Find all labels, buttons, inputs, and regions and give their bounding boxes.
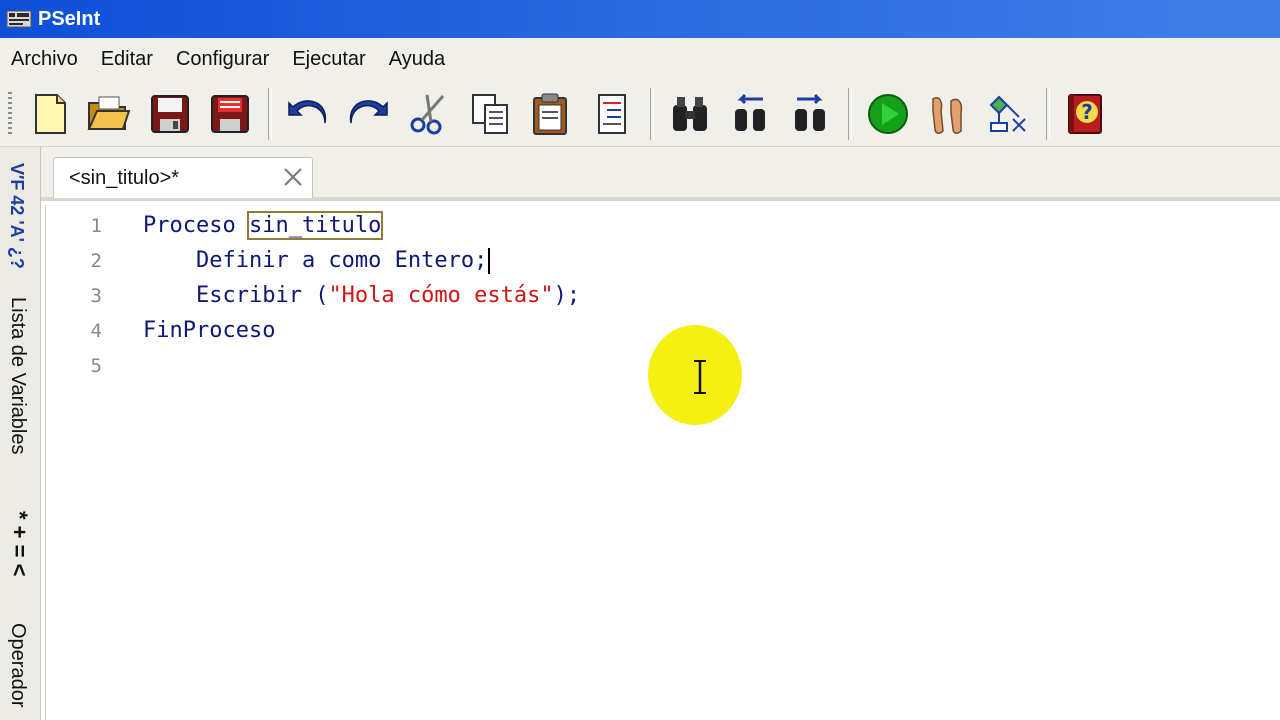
menu-editar[interactable]: Editar xyxy=(101,48,153,71)
menu-configurar[interactable]: Configurar xyxy=(176,48,269,71)
find-previous-button[interactable] xyxy=(724,88,776,140)
code-line[interactable]: 3 Escribir ("Hola cómo estás"); xyxy=(46,279,1246,313)
keyword: FinProceso xyxy=(143,318,276,343)
string-literal: "Hola cómo estás" xyxy=(328,283,554,308)
new-file-button[interactable] xyxy=(24,88,76,140)
pseint-logo-icon xyxy=(6,10,32,28)
statement-tail: ); xyxy=(553,283,581,308)
menu-ayuda[interactable]: Ayuda xyxy=(389,48,445,71)
line-number: 3 xyxy=(90,285,102,307)
variables-panel-tab[interactable]: Lista de Variables xyxy=(6,297,29,455)
flowchart-button[interactable] xyxy=(982,88,1034,140)
scissors-icon xyxy=(410,94,445,135)
undo-button[interactable] xyxy=(282,88,334,140)
code-editor[interactable]: 1 Proceso sin_titulo 2 Definir a como En… xyxy=(45,205,1280,720)
binoculars-icon xyxy=(673,97,707,131)
line-number: 1 xyxy=(90,215,102,237)
line-number: 2 xyxy=(90,250,102,272)
tab-sin-titulo[interactable]: <sin_titulo>* xyxy=(53,157,313,198)
save-as-button[interactable] xyxy=(204,88,256,140)
code-line[interactable]: 5 xyxy=(46,349,1246,383)
paste-button[interactable] xyxy=(524,88,576,140)
undo-icon xyxy=(288,100,327,124)
open-button[interactable] xyxy=(82,88,134,140)
find-next-button[interactable] xyxy=(784,88,836,140)
paste-icon xyxy=(533,93,567,135)
copy-button[interactable] xyxy=(464,88,516,140)
code-line[interactable]: 1 Proceso sin_titulo xyxy=(46,209,1246,243)
find-prev-icon xyxy=(735,93,765,131)
toolbar-separator xyxy=(1046,88,1050,140)
save-icon xyxy=(151,95,189,133)
close-icon[interactable] xyxy=(282,166,304,188)
menu-bar: Archivo Editar Configurar Ejecutar Ayuda xyxy=(0,38,1280,80)
text-caret xyxy=(488,248,491,274)
code-line[interactable]: 4 FinProceso xyxy=(46,314,1246,348)
new-file-icon xyxy=(35,94,66,134)
operators-panel-glyphs[interactable]: * + = < xyxy=(6,511,32,576)
play-icon xyxy=(868,94,908,134)
line-number: 5 xyxy=(90,355,102,377)
ibeam-cursor-icon xyxy=(694,360,706,394)
indent-button[interactable] xyxy=(586,88,638,140)
help-button[interactable]: ? xyxy=(1060,88,1112,140)
line-number: 4 xyxy=(90,320,102,342)
toolbar-separator xyxy=(268,88,272,140)
redo-button[interactable] xyxy=(342,88,394,140)
step-by-step-button[interactable] xyxy=(922,88,974,140)
svg-text:?: ? xyxy=(1081,100,1093,124)
keyword: Proceso xyxy=(143,213,249,238)
run-button[interactable] xyxy=(862,88,914,140)
tab-label: <sin_titulo>* xyxy=(69,166,180,189)
flowchart-icon xyxy=(989,95,1026,132)
save-as-icon xyxy=(211,95,249,133)
toolbar-separator xyxy=(848,88,852,140)
help-book-icon: ? xyxy=(1068,94,1102,134)
toolbar-grip[interactable] xyxy=(8,92,12,136)
cut-button[interactable] xyxy=(402,88,454,140)
toolbar: ? xyxy=(0,80,1280,147)
keyword: Escribir ( xyxy=(195,283,329,308)
title-bar: PSeInt xyxy=(0,0,1280,38)
find-next-icon xyxy=(795,93,825,131)
find-button[interactable] xyxy=(664,88,716,140)
operators-panel-tab[interactable]: Operador xyxy=(6,623,29,708)
save-button[interactable] xyxy=(144,88,196,140)
process-name: sin_titulo xyxy=(246,211,384,240)
toolbar-separator xyxy=(650,88,654,140)
menu-ejecutar[interactable]: Ejecutar xyxy=(292,48,365,71)
tab-strip: <sin_titulo>* xyxy=(41,147,1280,201)
menu-archivo[interactable]: Archivo xyxy=(11,48,78,71)
window-title: PSeInt xyxy=(38,7,101,30)
copy-icon xyxy=(472,94,508,134)
statement-text: Definir a como Entero; xyxy=(195,248,488,273)
variables-panel-glyphs[interactable]: V′F 42 'A' ¿? xyxy=(6,163,27,269)
side-panel-bar: V′F 42 'A' ¿? Lista de Variables * + = <… xyxy=(0,147,41,720)
indent-icon xyxy=(598,94,626,134)
code-line[interactable]: 2 Definir a como Entero; xyxy=(46,244,1246,278)
footprints-icon xyxy=(932,97,963,134)
open-folder-icon xyxy=(87,96,131,130)
redo-icon xyxy=(349,100,388,124)
